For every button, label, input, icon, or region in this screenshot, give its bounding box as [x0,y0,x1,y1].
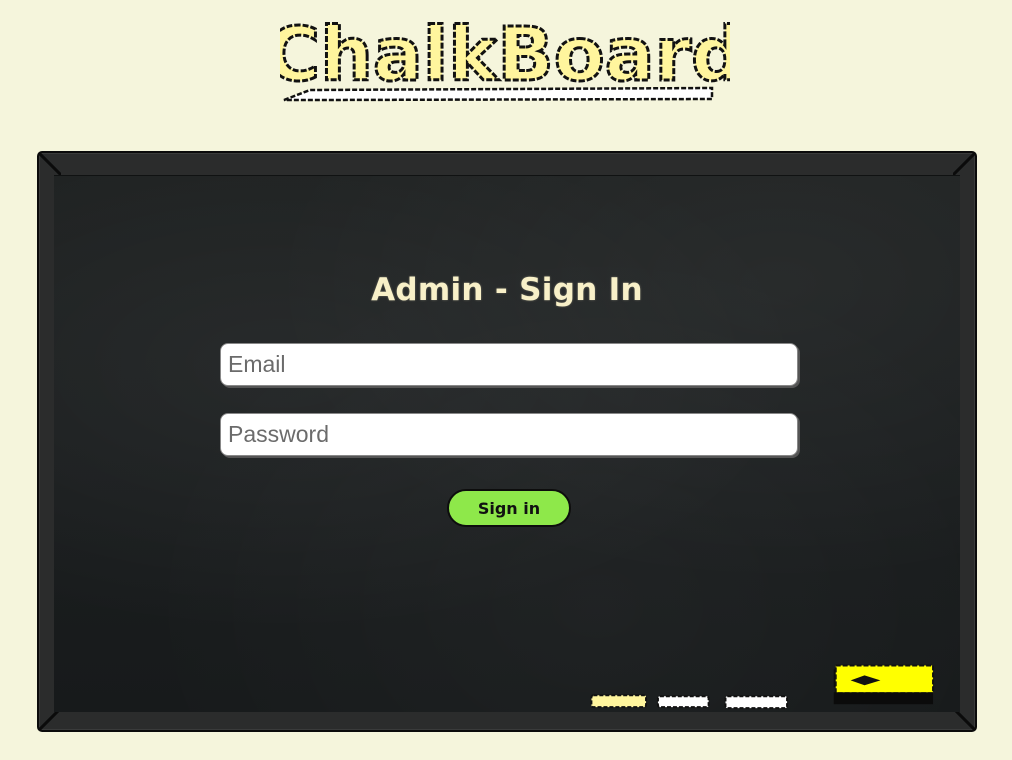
chalk-yellow-icon[interactable] [590,694,648,709]
logo-text: ChalkBoard [280,12,730,98]
logo-underline-chalk [283,86,714,102]
email-field[interactable] [220,343,798,386]
frame-corner-top-left [39,153,61,175]
chalkboard-surface: Admin - Sign In Sign in [54,175,960,712]
chalk-white-icon[interactable] [724,695,789,710]
eraser-icon[interactable] [833,664,935,705]
chalk-white-icon[interactable] [656,695,710,709]
chalkboard-logo: ChalkBoard [264,8,746,110]
sign-in-button[interactable]: Sign in [447,489,571,527]
page-title: Admin - Sign In [371,272,643,308]
frame-corner-top-right [953,153,975,175]
chalkboard-frame: Admin - Sign In Sign in [37,151,977,732]
password-field[interactable] [220,413,798,456]
